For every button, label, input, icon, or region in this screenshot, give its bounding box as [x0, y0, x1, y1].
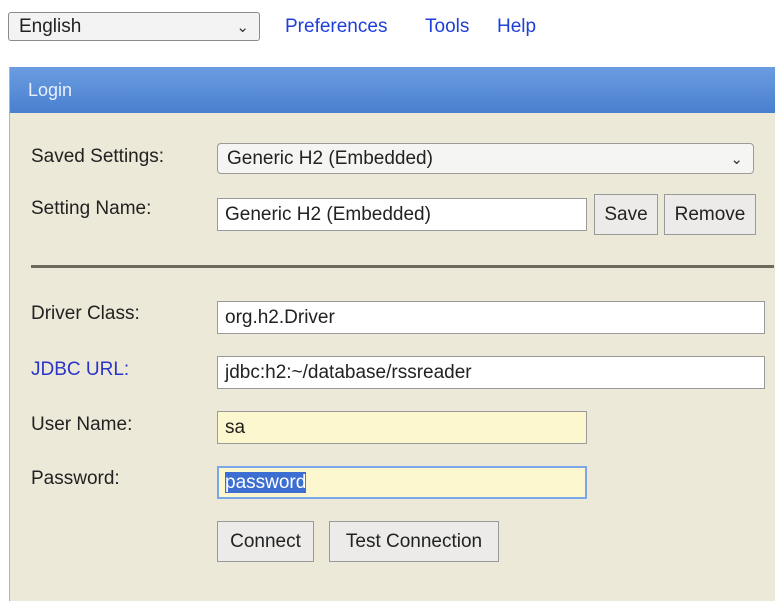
user-name-input[interactable]: sa	[217, 411, 587, 444]
password-input[interactable]: password	[217, 466, 587, 499]
user-name-label: User Name:	[31, 414, 133, 435]
password-value: password	[225, 472, 307, 493]
driver-class-input[interactable]: org.h2.Driver	[217, 301, 765, 334]
language-select-value: English	[19, 15, 82, 37]
jdbc-url-input[interactable]: jdbc:h2:~/database/rssreader	[217, 356, 765, 389]
preferences-link[interactable]: Preferences	[285, 16, 387, 38]
setting-name-input[interactable]: Generic H2 (Embedded)	[217, 198, 587, 231]
test-connection-button[interactable]: Test Connection	[329, 521, 499, 562]
jdbc-url-link[interactable]: JDBC URL:	[31, 359, 129, 381]
tools-link[interactable]: Tools	[425, 16, 469, 38]
remove-button[interactable]: Remove	[664, 194, 756, 235]
password-label: Password:	[31, 468, 120, 489]
setting-name-label: Setting Name:	[31, 198, 152, 219]
saved-settings-select[interactable]: Generic H2 (Embedded) ⌄	[217, 143, 754, 174]
chevron-down-icon: ⌄	[730, 150, 743, 168]
saved-settings-value: Generic H2 (Embedded)	[227, 147, 433, 169]
language-select[interactable]: English ⌄	[8, 12, 260, 41]
help-link[interactable]: Help	[497, 16, 536, 38]
login-panel-title: Login	[10, 67, 775, 113]
section-divider	[31, 265, 774, 268]
save-button[interactable]: Save	[594, 194, 658, 235]
saved-settings-label: Saved Settings:	[31, 146, 165, 167]
driver-class-label: Driver Class:	[31, 303, 140, 324]
login-panel: Login Saved Settings: Generic H2 (Embedd…	[9, 67, 775, 601]
chevron-down-icon: ⌄	[236, 18, 249, 36]
connect-button[interactable]: Connect	[217, 521, 314, 562]
